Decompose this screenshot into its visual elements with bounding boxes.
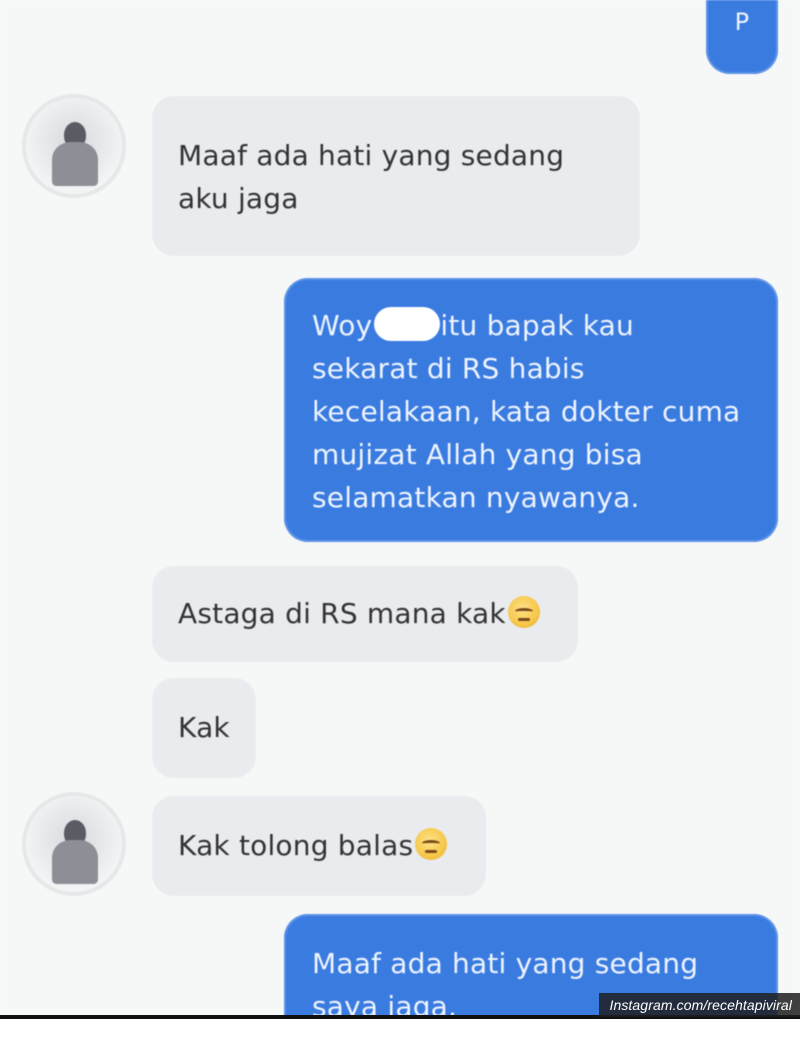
message-bubble-incoming[interactable]: Maaf ada hati yang sedang aku jaga xyxy=(152,96,640,256)
message-bubble-outgoing[interactable]: P xyxy=(706,0,778,74)
chat-thread[interactable]: P Maaf ada hati yang sedang aku jaga Woy… xyxy=(0,0,800,1017)
message-text-line: kecelakaan, kata dokter cuma xyxy=(312,395,741,428)
contact-avatar[interactable] xyxy=(26,98,122,194)
message-text-line: Maaf ada hati yang sedang xyxy=(178,139,565,172)
message-bubble-incoming[interactable]: Kak tolong balas xyxy=(152,796,486,896)
message-bubble-incoming[interactable]: Kak xyxy=(152,678,256,778)
message-text-segment: itu bapak kau xyxy=(440,309,634,342)
message-text-line: selamatkan nyawanya. xyxy=(312,481,640,514)
redacted-name-mark xyxy=(374,307,441,341)
message-bubble-outgoing[interactable]: Woy itu bapak kau sekarat di RS habis kec… xyxy=(284,278,778,542)
downcast-sweat-emoji-icon xyxy=(415,828,448,860)
message-text: Kak xyxy=(178,711,230,744)
message-text-segment: Woy xyxy=(312,309,373,342)
message-text: P xyxy=(734,8,750,36)
contact-avatar[interactable] xyxy=(26,796,122,892)
message-text: Kak tolong balas xyxy=(178,829,414,862)
watermark-label: Instagram.com/recehtapiviral xyxy=(599,993,800,1017)
message-text-line: Woy itu bapak kau xyxy=(312,304,750,347)
message-bubble-incoming[interactable]: Astaga di RS mana kak xyxy=(152,566,578,662)
message-text-line: aku jaga xyxy=(178,182,299,215)
avatar-figure-body xyxy=(52,142,98,186)
downcast-sweat-emoji-icon xyxy=(507,596,540,628)
message-text-line: sekarat di RS habis xyxy=(312,352,585,385)
message-text: Astaga di RS mana kak xyxy=(178,597,506,630)
message-text-line: Maaf ada hati yang sedang xyxy=(312,947,699,980)
message-text-line: mujizat Allah yang bisa xyxy=(312,438,643,471)
avatar-figure-body xyxy=(52,840,98,884)
